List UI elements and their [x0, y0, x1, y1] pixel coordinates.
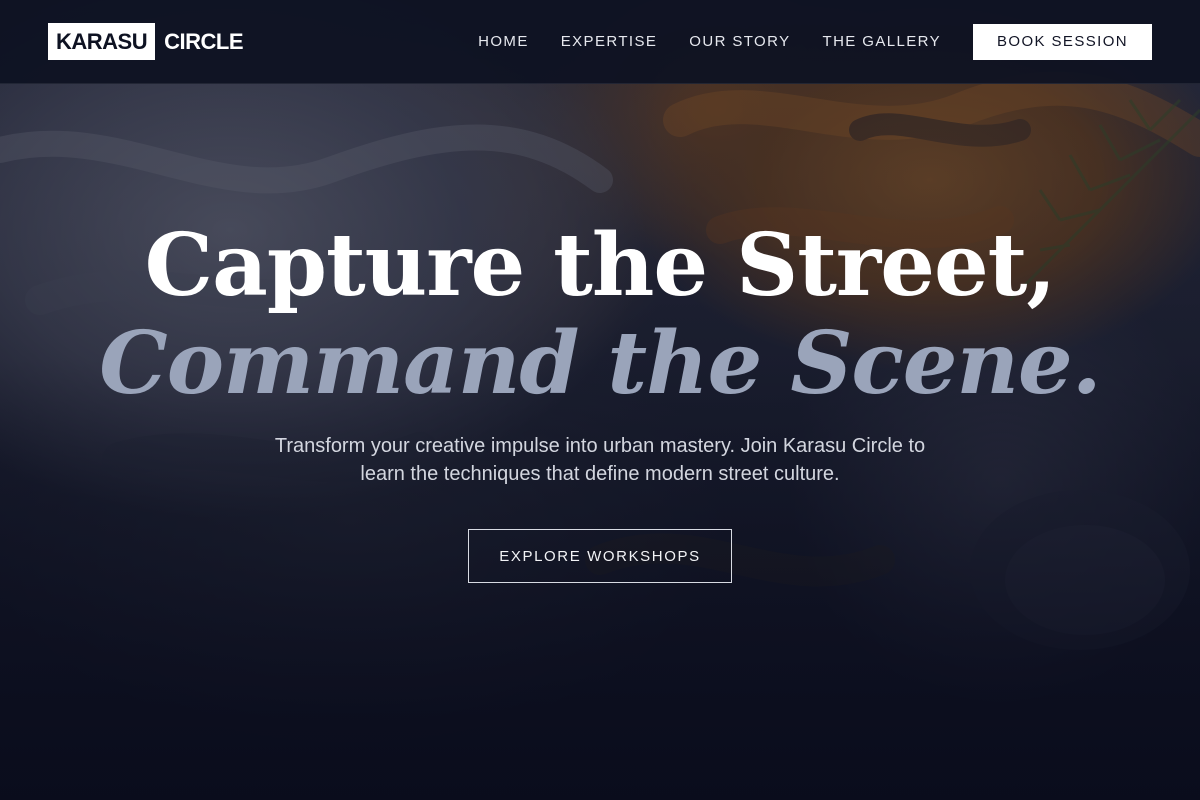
nav-link-expertise[interactable]: EXPERTISE [561, 24, 658, 60]
book-session-button[interactable]: BOOK SESSION [973, 24, 1152, 60]
site-header: KARASU CIRCLE HOME EXPERTISE OUR STORY T… [0, 0, 1200, 84]
nav-link-our-story[interactable]: OUR STORY [689, 24, 790, 60]
brand-logo[interactable]: KARASU CIRCLE [48, 23, 244, 60]
logo-wordmark: CIRCLE [164, 29, 244, 54]
nav-link-home[interactable]: HOME [478, 24, 529, 60]
hero-title-line-2: Command the Scene. [99, 313, 1101, 414]
nav-link-the-gallery[interactable]: THE GALLERY [823, 24, 942, 60]
logo-mark: KARASU [48, 23, 156, 60]
explore-workshops-button[interactable]: EXPLORE WORKSHOPS [468, 529, 732, 583]
landing-page: KARASU CIRCLE HOME EXPERTISE OUR STORY T… [0, 0, 1200, 800]
hero-subtitle: Transform your creative impulse into urb… [274, 435, 926, 485]
main-navigation: HOME EXPERTISE OUR STORY THE GALLERY BOO… [478, 24, 1152, 60]
hero-title-line-1: Capture the Street, [144, 215, 1057, 316]
